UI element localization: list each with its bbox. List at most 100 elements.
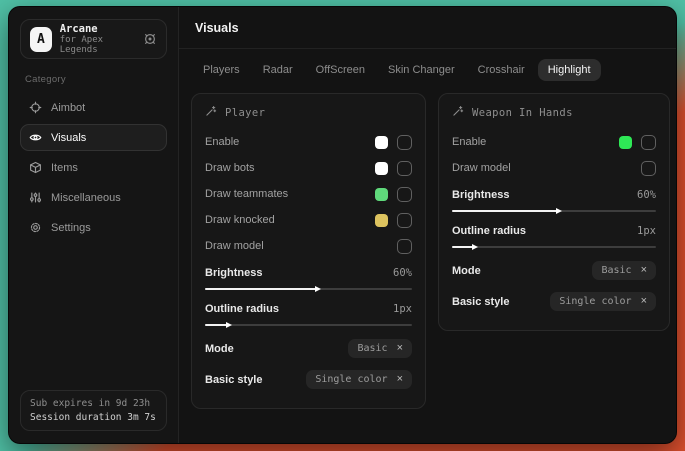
checkbox[interactable] [397,213,412,228]
slider-value: 1px [637,225,656,237]
desktop-background: A Arcane for Apex Legends Category Aimbo… [0,0,685,451]
mode-select[interactable]: Basic × [592,261,656,280]
tab-players[interactable]: Players [193,59,250,81]
sidebar-item-label: Aimbot [51,102,85,114]
toggle-label: Draw bots [205,162,255,174]
checkbox[interactable] [397,239,412,254]
tab-radar[interactable]: Radar [253,59,303,81]
select-value: Basic [357,343,387,354]
app-header: A Arcane for Apex Legends [20,19,167,59]
panel-title: Weapon In Hands [472,107,573,119]
close-icon[interactable]: × [397,343,403,354]
panel-weapon-header: Weapon In Hands [452,105,656,120]
slider-label: Outline radius [452,225,526,237]
color-swatch[interactable] [375,136,388,149]
app-name: Arcane [60,23,135,35]
toggle-row-draw-model: Draw model [452,155,656,181]
toggle-row-draw-bots: Draw bots [205,155,412,181]
panel-weapon-in-hands: Weapon In Hands Enable Draw model [438,93,670,331]
select-label: Mode [205,343,234,355]
basic-style-select[interactable]: Single color × [306,370,412,389]
slider-label: Outline radius [205,303,279,315]
select-label: Basic style [205,374,262,386]
panel-player-header: Player [205,105,412,120]
checkbox[interactable] [641,161,656,176]
sidebar-item-label: Settings [51,222,91,234]
tab-offscreen[interactable]: OffScreen [306,59,375,81]
select-label: Mode [452,265,481,277]
sidebar-nav: Aimbot Visuals Items [20,94,167,241]
toggle-label: Draw teammates [205,188,288,200]
sidebar-item-miscellaneous[interactable]: Miscellaneous [20,184,167,211]
outline-radius-slider[interactable] [452,246,656,248]
sidebar-item-label: Visuals [51,132,86,144]
select-label: Basic style [452,296,509,308]
brightness-slider[interactable] [452,210,656,212]
toggle-row-draw-teammates: Draw teammates [205,181,412,207]
target-icon[interactable] [143,32,157,46]
sidebar-item-aimbot[interactable]: Aimbot [20,94,167,121]
slider-thumb[interactable] [472,244,478,250]
sidebar-item-settings[interactable]: Settings [20,214,167,241]
color-swatch[interactable] [375,188,388,201]
app-tagline: for Apex Legends [60,35,135,55]
outline-radius-slider[interactable] [205,324,412,326]
slider-thumb[interactable] [556,208,562,214]
basic-style-select[interactable]: Single color × [550,292,656,311]
gear-icon [29,221,42,234]
subscription-status: Sub expires in 9d 23h Session duration 3… [20,390,167,431]
category-label: Category [25,74,162,85]
slider-thumb[interactable] [226,322,232,328]
toggle-row-enable: Enable [205,129,412,155]
tab-bar: Players Radar OffScreen Skin Changer Cro… [179,49,677,81]
toggle-row-draw-knocked: Draw knocked [205,207,412,233]
brightness-slider[interactable] [205,288,412,290]
sidebar-item-visuals[interactable]: Visuals [20,124,167,151]
toggle-row-draw-model: Draw model [205,233,412,259]
checkbox[interactable] [641,135,656,150]
tab-crosshair[interactable]: Crosshair [468,59,535,81]
toggle-label: Draw model [205,240,264,252]
checkbox[interactable] [397,161,412,176]
tab-highlight[interactable]: Highlight [538,59,601,81]
toggle-label: Draw knocked [205,214,275,226]
select-value: Single color [315,374,387,385]
color-swatch[interactable] [375,162,388,175]
page-header: Visuals [179,7,677,49]
color-swatch[interactable] [375,214,388,227]
close-icon[interactable]: × [397,374,403,385]
checkbox[interactable] [397,187,412,202]
select-value: Basic [601,265,631,276]
slider-row-outline-radius: Outline radius 1px [205,297,412,321]
select-row-mode: Mode Basic × [452,255,656,286]
tab-skin-changer[interactable]: Skin Changer [378,59,465,81]
mode-select[interactable]: Basic × [348,339,412,358]
sidebar-item-items[interactable]: Items [20,154,167,181]
app-window: A Arcane for Apex Legends Category Aimbo… [8,6,677,444]
session-duration-text: Session duration 3m 7s [30,412,157,423]
color-swatch[interactable] [619,136,632,149]
app-logo: A [30,27,52,52]
slider-value: 60% [393,267,412,279]
content: Player Enable Draw bots [179,81,677,421]
page-title: Visuals [195,21,239,35]
slider-row-outline-radius: Outline radius 1px [452,219,656,243]
select-value: Single color [559,296,631,307]
eye-icon [29,131,42,144]
slider-row-brightness: Brightness 60% [205,261,412,285]
box-icon [29,161,42,174]
slider-row-brightness: Brightness 60% [452,183,656,207]
close-icon[interactable]: × [641,265,647,276]
close-icon[interactable]: × [641,296,647,307]
select-row-basic-style: Basic style Single color × [205,364,412,395]
checkbox[interactable] [397,135,412,150]
sub-expiry-text: Sub expires in 9d 23h [30,398,157,409]
toggle-row-enable: Enable [452,129,656,155]
wand-icon [205,105,217,120]
slider-value: 1px [393,303,412,315]
panel-player: Player Enable Draw bots [191,93,426,409]
toggle-label: Draw model [452,162,511,174]
sidebar: A Arcane for Apex Legends Category Aimbo… [9,7,179,443]
slider-label: Brightness [452,189,509,201]
slider-thumb[interactable] [315,286,321,292]
